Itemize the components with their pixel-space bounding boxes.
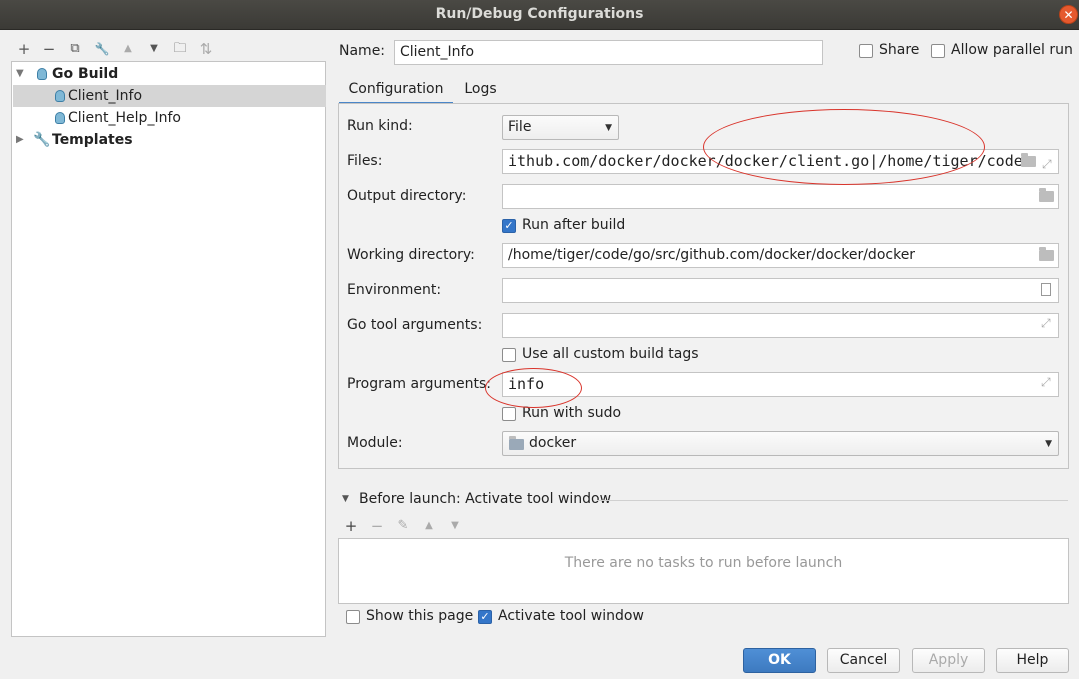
- copy-icon[interactable]: ⧉: [66, 40, 84, 58]
- custom-build-tags-checkbox[interactable]: [502, 348, 516, 362]
- expand-arrow-icon[interactable]: ▶: [16, 129, 24, 151]
- allow-parallel-checkbox[interactable]: [931, 44, 945, 58]
- chevron-down-icon: ▼: [605, 123, 612, 133]
- output-directory-input[interactable]: [502, 184, 1059, 209]
- working-directory-input[interactable]: /home/tiger/code/go/src/github.com/docke…: [502, 243, 1059, 268]
- expand-icon[interactable]: ⤢: [1041, 316, 1051, 331]
- folder-icon[interactable]: [1039, 188, 1054, 202]
- run-kind-label: Run kind:: [347, 118, 413, 134]
- show-this-page-checkbox[interactable]: [346, 610, 360, 624]
- before-launch-title: Before launch: Activate tool window: [359, 491, 612, 507]
- remove-task-icon[interactable]: −: [369, 517, 385, 535]
- activate-tool-window-checkbox[interactable]: ✓: [478, 610, 492, 624]
- empty-tasks-text: There are no tasks to run before launch: [564, 555, 843, 571]
- tree-item-label: Client_Help_Info: [68, 110, 181, 126]
- add-task-icon[interactable]: +: [343, 517, 359, 535]
- go-tool-arguments-input[interactable]: [502, 313, 1059, 338]
- tree-item-client-info[interactable]: Client_Info: [13, 85, 326, 107]
- run-with-sudo-label: Run with sudo: [522, 405, 622, 421]
- move-down-icon[interactable]: ▼: [447, 517, 463, 535]
- ok-button[interactable]: OK: [743, 648, 816, 673]
- before-launch-task-list[interactable]: [338, 538, 1069, 604]
- files-label: Files:: [347, 153, 383, 169]
- run-kind-value: File: [508, 119, 532, 135]
- program-arguments-label: Program arguments:: [347, 376, 491, 392]
- move-up-icon[interactable]: ▲: [421, 517, 437, 535]
- name-label: Name:: [339, 43, 386, 59]
- files-input[interactable]: ithub.com/docker/docker/docker/client.go…: [502, 149, 1059, 174]
- go-build-icon: [37, 68, 47, 80]
- apply-button[interactable]: Apply: [912, 648, 985, 673]
- run-with-sudo-checkbox[interactable]: [502, 407, 516, 421]
- go-config-icon: [55, 90, 65, 102]
- tree-item-label: Client_Info: [68, 88, 143, 104]
- show-this-page-label: Show this page: [366, 608, 474, 624]
- document-icon[interactable]: [1041, 283, 1051, 296]
- chevron-down-icon: ▼: [1045, 439, 1052, 449]
- output-directory-label: Output directory:: [347, 188, 467, 204]
- configuration-tree[interactable]: ▼ Go Build Client_Info Client_Help_Info …: [11, 61, 326, 637]
- new-folder-icon[interactable]: 🗀: [171, 40, 189, 58]
- sort-icon[interactable]: ⇅: [197, 40, 215, 58]
- wrench-icon[interactable]: 🔧: [93, 40, 111, 58]
- share-checkbox[interactable]: [859, 44, 873, 58]
- folder-icon[interactable]: [1021, 153, 1036, 167]
- divider: [597, 500, 1068, 501]
- move-down-icon[interactable]: ▼: [145, 40, 163, 58]
- wrench-icon: 🔧: [33, 132, 51, 148]
- tree-node-templates[interactable]: ▶ 🔧 Templates: [13, 129, 326, 151]
- module-select[interactable]: docker ▼: [502, 431, 1059, 456]
- remove-icon[interactable]: −: [40, 40, 58, 58]
- window-title: Run/Debug Configurations: [435, 6, 644, 22]
- program-arguments-input[interactable]: info: [502, 372, 1059, 397]
- go-tool-arguments-label: Go tool arguments:: [347, 317, 483, 333]
- tree-node-go-build[interactable]: ▼ Go Build: [13, 63, 326, 85]
- activate-tool-window-label: Activate tool window: [498, 608, 644, 624]
- share-label: Share: [879, 42, 920, 58]
- tree-label-go-build: Go Build: [52, 66, 119, 82]
- collapse-arrow-icon[interactable]: ▼: [342, 494, 349, 504]
- run-after-build-checkbox[interactable]: ✓: [502, 219, 516, 233]
- allow-parallel-label: Allow parallel run: [951, 42, 1073, 58]
- go-config-icon: [55, 112, 65, 124]
- tree-item-client-help-info[interactable]: Client_Help_Info: [13, 107, 326, 129]
- folder-icon[interactable]: [1039, 247, 1054, 261]
- add-icon[interactable]: +: [15, 40, 33, 58]
- files-value: ithub.com/docker/docker/docker/client.go…: [508, 152, 1023, 170]
- move-up-icon[interactable]: ▲: [119, 40, 137, 58]
- custom-build-tags-label: Use all custom build tags: [522, 346, 699, 362]
- help-button[interactable]: Help: [996, 648, 1069, 673]
- module-value: docker: [529, 435, 577, 451]
- module-label: Module:: [347, 435, 403, 451]
- close-icon[interactable]: ✕: [1059, 5, 1078, 24]
- name-input[interactable]: Client_Info: [394, 40, 823, 65]
- cancel-button[interactable]: Cancel: [827, 648, 900, 673]
- tab-configuration[interactable]: Configuration: [339, 78, 453, 105]
- tree-label-templates: Templates: [52, 132, 133, 148]
- edit-task-icon[interactable]: ✎: [395, 517, 411, 535]
- expand-icon[interactable]: ⤢: [1041, 375, 1051, 390]
- expand-icon[interactable]: ⤢: [1042, 153, 1052, 173]
- collapse-arrow-icon[interactable]: ▼: [16, 63, 24, 85]
- working-directory-label: Working directory:: [347, 247, 475, 263]
- run-kind-select[interactable]: File ▼: [502, 115, 619, 140]
- run-after-build-label: Run after build: [522, 217, 626, 233]
- module-folder-icon: [509, 436, 524, 450]
- tab-logs[interactable]: Logs: [458, 78, 503, 105]
- environment-input[interactable]: [502, 278, 1059, 303]
- environment-label: Environment:: [347, 282, 442, 298]
